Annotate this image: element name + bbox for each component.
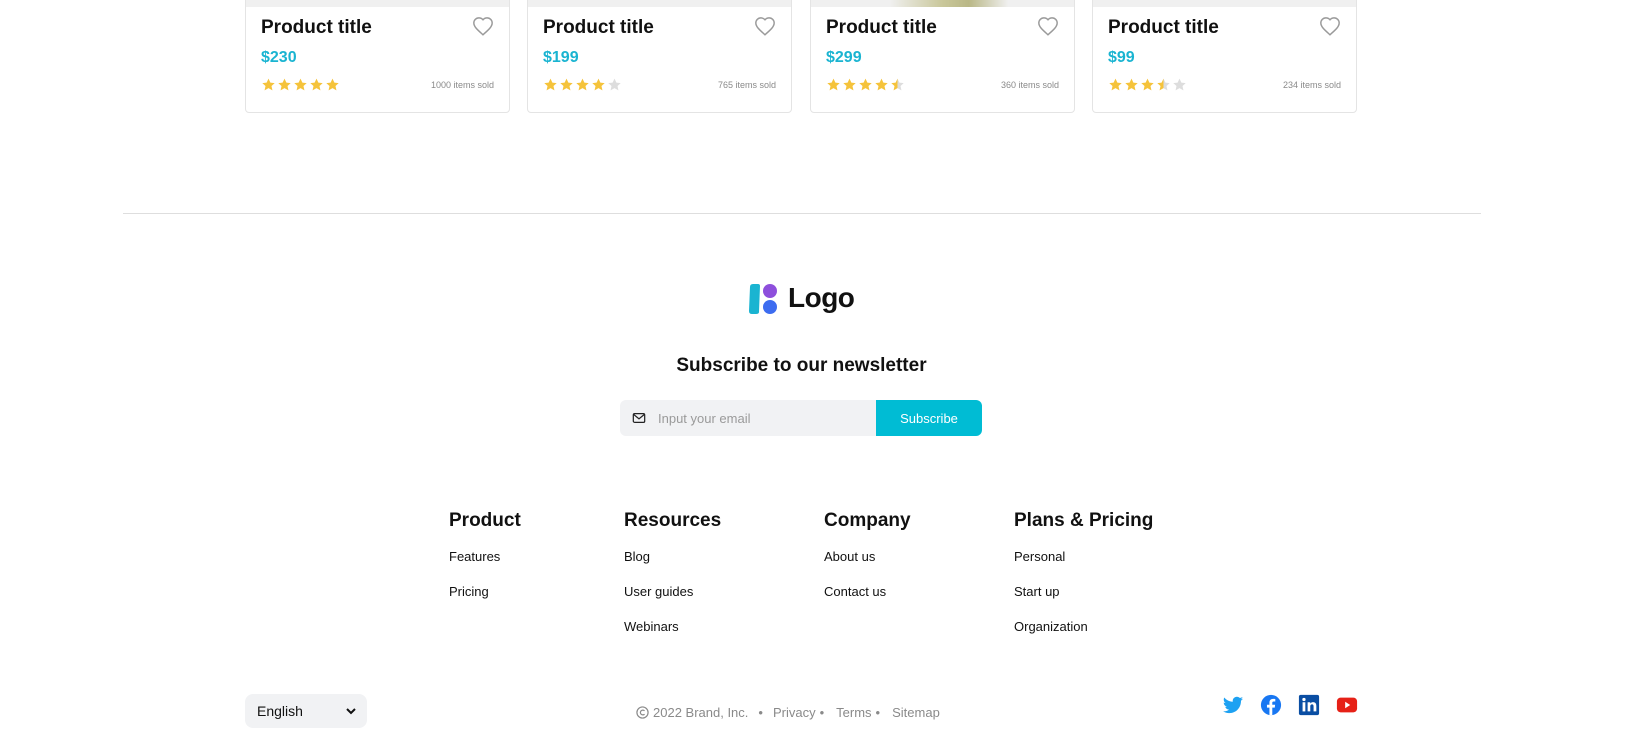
product-image [246, 0, 509, 7]
footer-link-start-up[interactable]: Start up [1014, 584, 1153, 599]
bullet-separator: • [819, 705, 825, 720]
product-card[interactable]: Product title $299 360 items sold [810, 0, 1075, 113]
newsletter-form: Subscribe [620, 400, 982, 436]
product-title[interactable]: Product title [1108, 17, 1219, 39]
footer-link-organization[interactable]: Organization [1014, 619, 1153, 634]
footer-column-product: Product Features Pricing [449, 510, 521, 619]
copyright-icon [636, 706, 649, 719]
heart-icon[interactable] [754, 16, 776, 38]
rating-stars [261, 77, 340, 92]
footer-column-heading: Product [449, 510, 521, 531]
chevron-down-icon [346, 708, 356, 715]
star-icon [1125, 78, 1138, 91]
terms-link[interactable]: Terms [836, 705, 871, 720]
language-value: English [257, 703, 303, 719]
star-icon [843, 78, 856, 91]
section-divider [123, 213, 1481, 214]
star-icon [278, 78, 291, 91]
facebook-icon[interactable] [1260, 694, 1282, 716]
star-icon [576, 78, 589, 91]
star-icon [560, 78, 573, 91]
subscribe-button[interactable]: Subscribe [876, 400, 982, 436]
star-icon [326, 78, 339, 91]
star-icon [827, 78, 840, 91]
product-image [1093, 0, 1356, 7]
items-sold: 360 items sold [1000, 80, 1059, 90]
footer-link-blog[interactable]: Blog [624, 549, 721, 564]
star-icon [310, 78, 323, 91]
star-icon [262, 78, 275, 91]
mail-icon [632, 413, 646, 423]
footer-link-about-us[interactable]: About us [824, 549, 911, 564]
star-icon [544, 78, 557, 91]
product-price: $199 [543, 49, 579, 66]
items-sold: 234 items sold [1282, 80, 1341, 90]
star-icon [1141, 78, 1154, 91]
product-price: $230 [261, 49, 297, 66]
newsletter-title: Subscribe to our newsletter [676, 355, 927, 376]
items-sold: 1000 items sold [430, 80, 494, 90]
language-select[interactable]: English [245, 694, 367, 728]
footer-column-heading: Plans & Pricing [1014, 510, 1154, 531]
rating-stars [1108, 77, 1187, 92]
heart-icon[interactable] [472, 16, 494, 38]
logo-text: Logo [788, 282, 855, 313]
star-icon [1109, 78, 1122, 91]
product-title[interactable]: Product title [826, 17, 937, 39]
heart-icon[interactable] [1319, 16, 1341, 38]
footer-column-resources: Resources Blog User guides Webinars [624, 510, 721, 654]
footer-link-features[interactable]: Features [449, 549, 521, 564]
twitter-icon[interactable] [1222, 694, 1244, 716]
email-input[interactable] [656, 409, 860, 427]
youtube-icon[interactable] [1336, 694, 1358, 716]
linkedin-icon[interactable] [1298, 694, 1320, 716]
email-field-wrapper[interactable] [620, 400, 876, 436]
copyright-text: 2022 Brand, Inc. [653, 705, 749, 720]
sitemap-link[interactable]: Sitemap [892, 705, 940, 720]
rating-stars [543, 77, 622, 92]
heart-icon[interactable] [1037, 16, 1059, 38]
rating-stars [826, 77, 905, 92]
product-card[interactable]: Product title $99 234 items sold [1092, 0, 1357, 113]
footer-link-webinars[interactable]: Webinars [624, 619, 721, 634]
brand-logo[interactable]: Logo [746, 281, 855, 315]
product-price: $299 [826, 49, 862, 66]
product-title[interactable]: Product title [261, 17, 372, 39]
logo-mark-icon [749, 284, 777, 314]
star-icon [891, 78, 904, 91]
star-icon [875, 78, 888, 91]
star-icon [859, 78, 872, 91]
privacy-link[interactable]: Privacy [773, 705, 816, 720]
bullet-separator: • [758, 705, 763, 720]
footer-column-company: Company About us Contact us [824, 510, 911, 619]
product-price: $99 [1108, 49, 1135, 66]
star-icon [1157, 78, 1170, 91]
product-image [811, 0, 1074, 7]
star-icon [294, 78, 307, 91]
footer-link-user-guides[interactable]: User guides [624, 584, 721, 599]
star-icon [608, 78, 621, 91]
star-icon [592, 78, 605, 91]
product-title[interactable]: Product title [543, 17, 654, 39]
items-sold: 765 items sold [717, 80, 776, 90]
social-links [1222, 694, 1358, 716]
product-image [528, 0, 791, 7]
product-card[interactable]: Product title $230 1000 items sold [245, 0, 510, 113]
bullet-separator: • [875, 705, 881, 720]
footer-column-heading: Resources [624, 510, 722, 531]
product-grid: Product title $230 1000 items sold Produ… [245, 0, 1357, 114]
footer-column-plans-pricing: Plans & Pricing Personal Start up Organi… [1014, 510, 1153, 654]
copyright-bar: 2022 Brand, Inc. • Privacy • Terms • Sit… [636, 705, 940, 720]
star-icon [1173, 78, 1186, 91]
footer-link-personal[interactable]: Personal [1014, 549, 1153, 564]
footer-link-contact-us[interactable]: Contact us [824, 584, 911, 599]
footer-column-heading: Company [824, 510, 911, 531]
product-card[interactable]: Product title $199 765 items sold [527, 0, 792, 113]
footer-link-pricing[interactable]: Pricing [449, 584, 521, 599]
